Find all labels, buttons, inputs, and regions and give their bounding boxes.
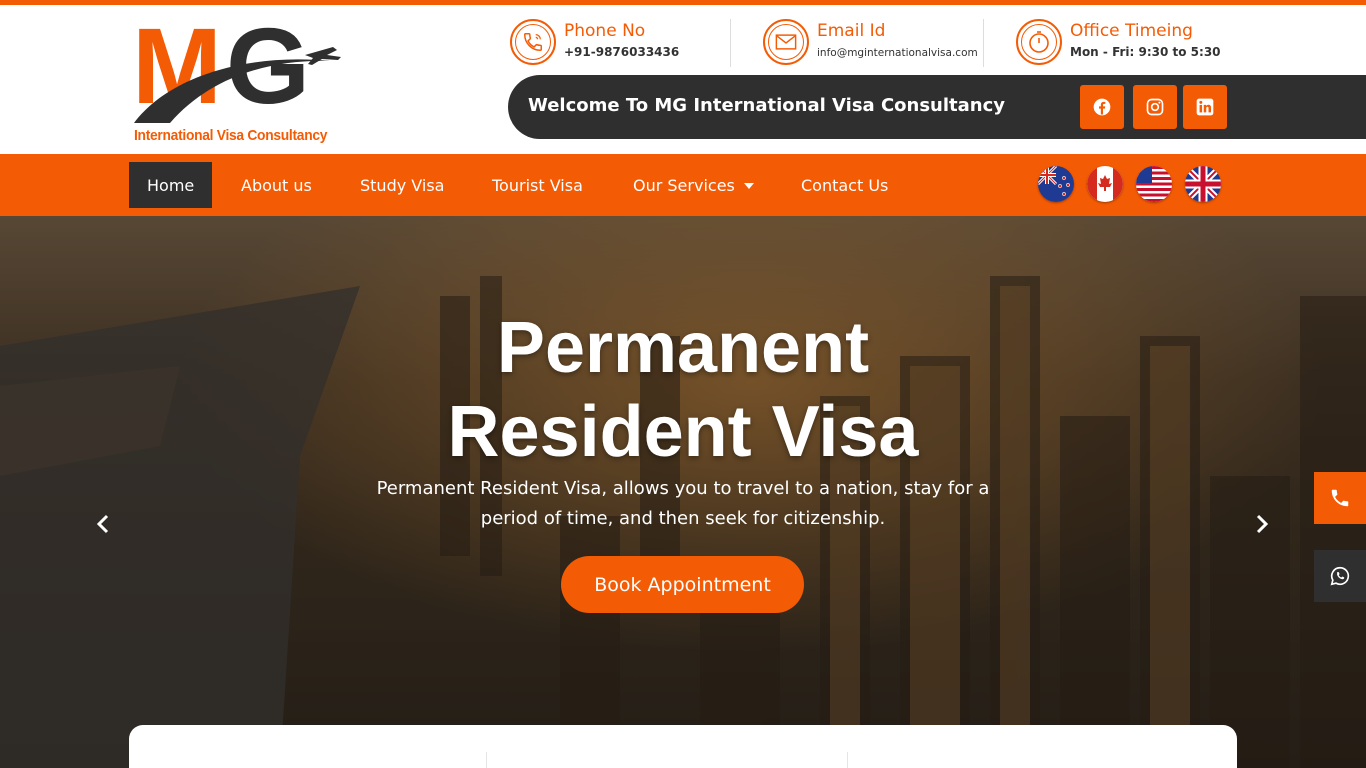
nav-our-services[interactable]: Our Services bbox=[615, 162, 772, 208]
office-time-text: Mon - Fri: 9:30 to 5:30 bbox=[1070, 45, 1221, 59]
floating-call-button[interactable] bbox=[1314, 472, 1366, 524]
slider-prev-button[interactable] bbox=[91, 512, 115, 536]
hero-title-line2: Resident Visa bbox=[447, 392, 919, 472]
uk-flag-icon[interactable] bbox=[1185, 166, 1221, 202]
header-divider bbox=[730, 19, 731, 67]
brand-logo[interactable]: M G International Visa Consultancy bbox=[130, 15, 355, 150]
nav-home[interactable]: Home bbox=[129, 162, 213, 208]
nav-our-services-label: Our Services bbox=[633, 175, 735, 195]
nav-study-visa[interactable]: Study Visa bbox=[342, 162, 462, 208]
nav-tourist-visa[interactable]: Tourist Visa bbox=[474, 162, 601, 208]
envelope-icon bbox=[763, 19, 809, 65]
phone-number[interactable]: +91-9876033436 bbox=[564, 45, 679, 59]
caret-down-icon bbox=[743, 183, 754, 189]
phone-icon bbox=[510, 19, 556, 65]
hero-title-line1: Permanent bbox=[496, 308, 870, 388]
hero-subtitle: Permanent Resident Visa, allows you to t… bbox=[333, 474, 1033, 534]
instagram-icon bbox=[1146, 98, 1164, 116]
hero-title: Permanent Resident Visa bbox=[283, 306, 1083, 474]
feature-cards-panel bbox=[129, 725, 1237, 768]
facebook-button[interactable] bbox=[1080, 85, 1124, 129]
welcome-text: Welcome To MG International Visa Consult… bbox=[528, 95, 1005, 116]
card-divider bbox=[486, 752, 487, 768]
linkedin-icon bbox=[1196, 98, 1214, 116]
book-appointment-button[interactable]: Book Appointment bbox=[561, 556, 804, 613]
usa-flag-icon[interactable] bbox=[1136, 166, 1172, 202]
office-time-title: Office Timeing bbox=[1070, 21, 1193, 41]
clock-icon bbox=[1016, 19, 1062, 65]
instagram-button[interactable] bbox=[1133, 85, 1177, 129]
logo-subtitle: International Visa Consultancy bbox=[134, 127, 328, 144]
slider-next-button[interactable] bbox=[1250, 512, 1274, 536]
whatsapp-icon bbox=[1330, 566, 1350, 586]
email-title: Email Id bbox=[817, 21, 886, 41]
hero-slider: Permanent Resident Visa Permanent Reside… bbox=[0, 216, 1366, 768]
main-nav: Home About us Study Visa Tourist Visa Ou… bbox=[0, 154, 1366, 216]
card-divider bbox=[847, 752, 848, 768]
phone-info: Phone No +91-9876033436 bbox=[510, 15, 710, 71]
office-time-info: Office Timeing Mon - Fri: 9:30 to 5:30 bbox=[1016, 15, 1221, 71]
nav-about-us[interactable]: About us bbox=[223, 162, 330, 208]
chevron-right-icon bbox=[1256, 514, 1269, 534]
site-header: M G International Visa Consultancy Phone… bbox=[0, 5, 1366, 154]
welcome-bar: Welcome To MG International Visa Consult… bbox=[508, 75, 1366, 139]
new-zealand-flag-icon[interactable] bbox=[1038, 166, 1074, 202]
floating-whatsapp-button[interactable] bbox=[1314, 550, 1366, 602]
hero-subtitle-line2: period of time, and then seek for citize… bbox=[480, 508, 886, 529]
email-info: Email Id info@mginternationalvisa.com bbox=[763, 15, 978, 71]
phone-icon bbox=[1331, 489, 1349, 507]
facebook-icon bbox=[1093, 98, 1111, 116]
nav-contact-us[interactable]: Contact Us bbox=[783, 162, 906, 208]
hero-subtitle-line1: Permanent Resident Visa, allows you to t… bbox=[376, 478, 990, 499]
email-address[interactable]: info@mginternationalvisa.com bbox=[817, 47, 978, 59]
chevron-left-icon bbox=[96, 514, 109, 534]
header-divider bbox=[983, 19, 984, 67]
canada-flag-icon[interactable] bbox=[1087, 166, 1123, 202]
linkedin-button[interactable] bbox=[1183, 85, 1227, 129]
mg-logo-mark: M G bbox=[132, 15, 341, 125]
phone-title: Phone No bbox=[564, 21, 646, 41]
